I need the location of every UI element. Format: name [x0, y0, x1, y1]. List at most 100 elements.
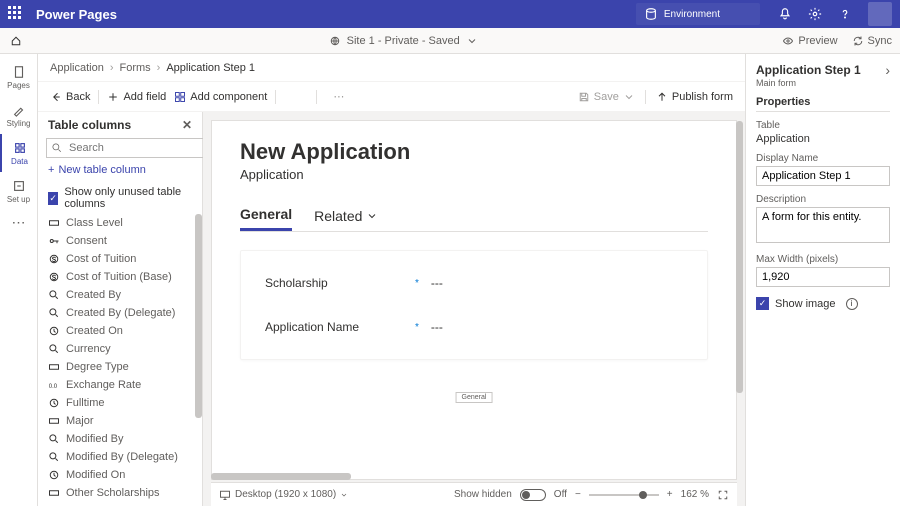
form-field[interactable]: Scholarship*---	[265, 261, 683, 305]
field-label: Scholarship	[265, 276, 415, 290]
chevron-down-icon	[623, 91, 635, 103]
column-item[interactable]: Modified By (Delegate)	[38, 448, 202, 466]
fit-icon[interactable]	[717, 489, 729, 501]
scrollbar[interactable]	[736, 121, 743, 393]
search-input[interactable]	[46, 138, 217, 158]
save-icon	[578, 91, 590, 103]
column-type-icon	[48, 469, 60, 481]
crumb-1[interactable]: Application	[50, 62, 104, 74]
column-type-icon	[48, 433, 60, 445]
column-item[interactable]: Modified On	[38, 466, 202, 484]
toggle-state: Off	[554, 489, 567, 500]
show-hidden-label: Show hidden	[454, 489, 512, 500]
field-label: Application Name	[265, 320, 415, 334]
save-button[interactable]: Save	[578, 91, 635, 103]
column-type-icon: 0.0	[48, 379, 60, 391]
rail-more[interactable]: ⋯	[12, 214, 26, 231]
canvas-area: New Application Application General Rela…	[203, 112, 745, 506]
column-item[interactable]: Class Level	[38, 214, 202, 232]
monitor-icon	[219, 489, 231, 501]
chevron-down-icon	[466, 35, 478, 47]
maxwidth-input[interactable]	[756, 267, 890, 287]
show-hidden-toggle[interactable]	[520, 489, 546, 501]
environment-picker[interactable]: Environment	[636, 3, 760, 25]
column-label: Cost of Tuition (Base)	[66, 271, 172, 283]
column-item[interactable]: Modified By	[38, 430, 202, 448]
show-image-toggle[interactable]: ✓Show imagei	[756, 297, 890, 310]
column-item[interactable]: Cost of Tuition (Base)	[38, 268, 202, 286]
column-item[interactable]: Other Scholarships	[38, 484, 202, 502]
column-item[interactable]: 0.0Exchange Rate	[38, 376, 202, 394]
globe-icon	[329, 35, 341, 47]
h-scrollbar[interactable]	[211, 473, 351, 480]
app-launcher-icon[interactable]	[8, 6, 24, 22]
rail-styling[interactable]: Styling	[0, 96, 38, 134]
description-input[interactable]	[756, 207, 890, 243]
column-label: Fulltime	[66, 397, 105, 409]
crumb-3: Application Step 1	[166, 62, 255, 74]
column-label: Currency	[66, 343, 111, 355]
properties-header: Properties	[756, 96, 890, 112]
back-button[interactable]: Back	[50, 91, 90, 103]
add-field-button[interactable]: Add field	[107, 91, 166, 103]
column-item[interactable]: Major	[38, 412, 202, 430]
new-column-button[interactable]: +New table column	[38, 158, 202, 182]
column-type-icon	[48, 289, 60, 301]
column-item[interactable]: Consent	[38, 232, 202, 250]
viewport-picker[interactable]: Desktop (1920 x 1080)	[219, 489, 348, 501]
column-item[interactable]: Created By (Delegate)	[38, 304, 202, 322]
svg-text:0.0: 0.0	[49, 384, 58, 390]
add-component-button[interactable]: Add component	[174, 91, 267, 103]
column-type-icon	[48, 451, 60, 463]
close-panel-button[interactable]: ✕	[182, 118, 192, 132]
column-label: Created By (Delegate)	[66, 307, 175, 319]
column-label: Created By	[66, 289, 121, 301]
column-item[interactable]: Fulltime	[38, 394, 202, 412]
bell-icon[interactable]	[778, 7, 792, 21]
column-item[interactable]: Cost of Tuition	[38, 250, 202, 268]
column-item[interactable]: Currency	[38, 340, 202, 358]
chevron-down-icon	[366, 210, 378, 222]
tab-related[interactable]: Related	[314, 200, 378, 231]
canvas-footer: Desktop (1920 x 1080) Show hidden Off − …	[211, 482, 737, 506]
env-label: Environment	[664, 9, 720, 20]
column-item[interactable]: Created On	[38, 322, 202, 340]
column-label: Other Scholarships	[66, 487, 160, 499]
site-name: Site 1 - Private - Saved	[347, 35, 460, 47]
column-item[interactable]: Degree Type	[38, 358, 202, 376]
show-unused-toggle[interactable]: ✓Show only unused table columns	[38, 182, 202, 214]
rail-pages[interactable]: Pages	[0, 58, 38, 96]
help-icon[interactable]	[838, 7, 852, 21]
section-tag[interactable]: General	[456, 392, 493, 403]
zoom-slider[interactable]	[589, 494, 659, 496]
tab-general[interactable]: General	[240, 200, 292, 231]
crumb-2[interactable]: Forms	[120, 62, 151, 74]
field-value: ---	[431, 320, 443, 334]
column-label: Degree Type	[66, 361, 129, 373]
column-type-icon	[48, 325, 60, 337]
overflow-button[interactable]: ⋯	[333, 90, 344, 103]
expand-button[interactable]: ›	[885, 62, 890, 78]
properties-panel: Application Step 1› Main form Properties…	[745, 54, 900, 506]
column-item[interactable]: Created By	[38, 286, 202, 304]
zoom-in[interactable]: +	[667, 489, 673, 500]
zoom-out[interactable]: −	[575, 489, 581, 500]
nav-rail: Pages Styling Data Set up ⋯	[0, 54, 38, 506]
publish-button[interactable]: Publish form	[656, 91, 733, 103]
avatar[interactable]	[868, 2, 892, 26]
home-icon[interactable]	[8, 35, 24, 47]
gear-icon[interactable]	[808, 7, 822, 21]
display-name-input[interactable]	[756, 166, 890, 186]
preview-button[interactable]: Preview	[782, 35, 837, 47]
column-type-icon	[48, 487, 60, 499]
site-picker[interactable]: Site 1 - Private - Saved	[24, 35, 782, 47]
form-field[interactable]: Application Name*---	[265, 305, 683, 349]
rail-data[interactable]: Data	[0, 134, 38, 172]
rail-setup[interactable]: Set up	[0, 172, 38, 210]
info-icon[interactable]: i	[846, 298, 858, 310]
scrollbar[interactable]	[195, 214, 202, 418]
sync-button[interactable]: Sync	[852, 35, 892, 47]
brush-icon	[12, 103, 26, 117]
table-label: Table	[756, 120, 890, 131]
app-name: Power Pages	[36, 7, 636, 22]
